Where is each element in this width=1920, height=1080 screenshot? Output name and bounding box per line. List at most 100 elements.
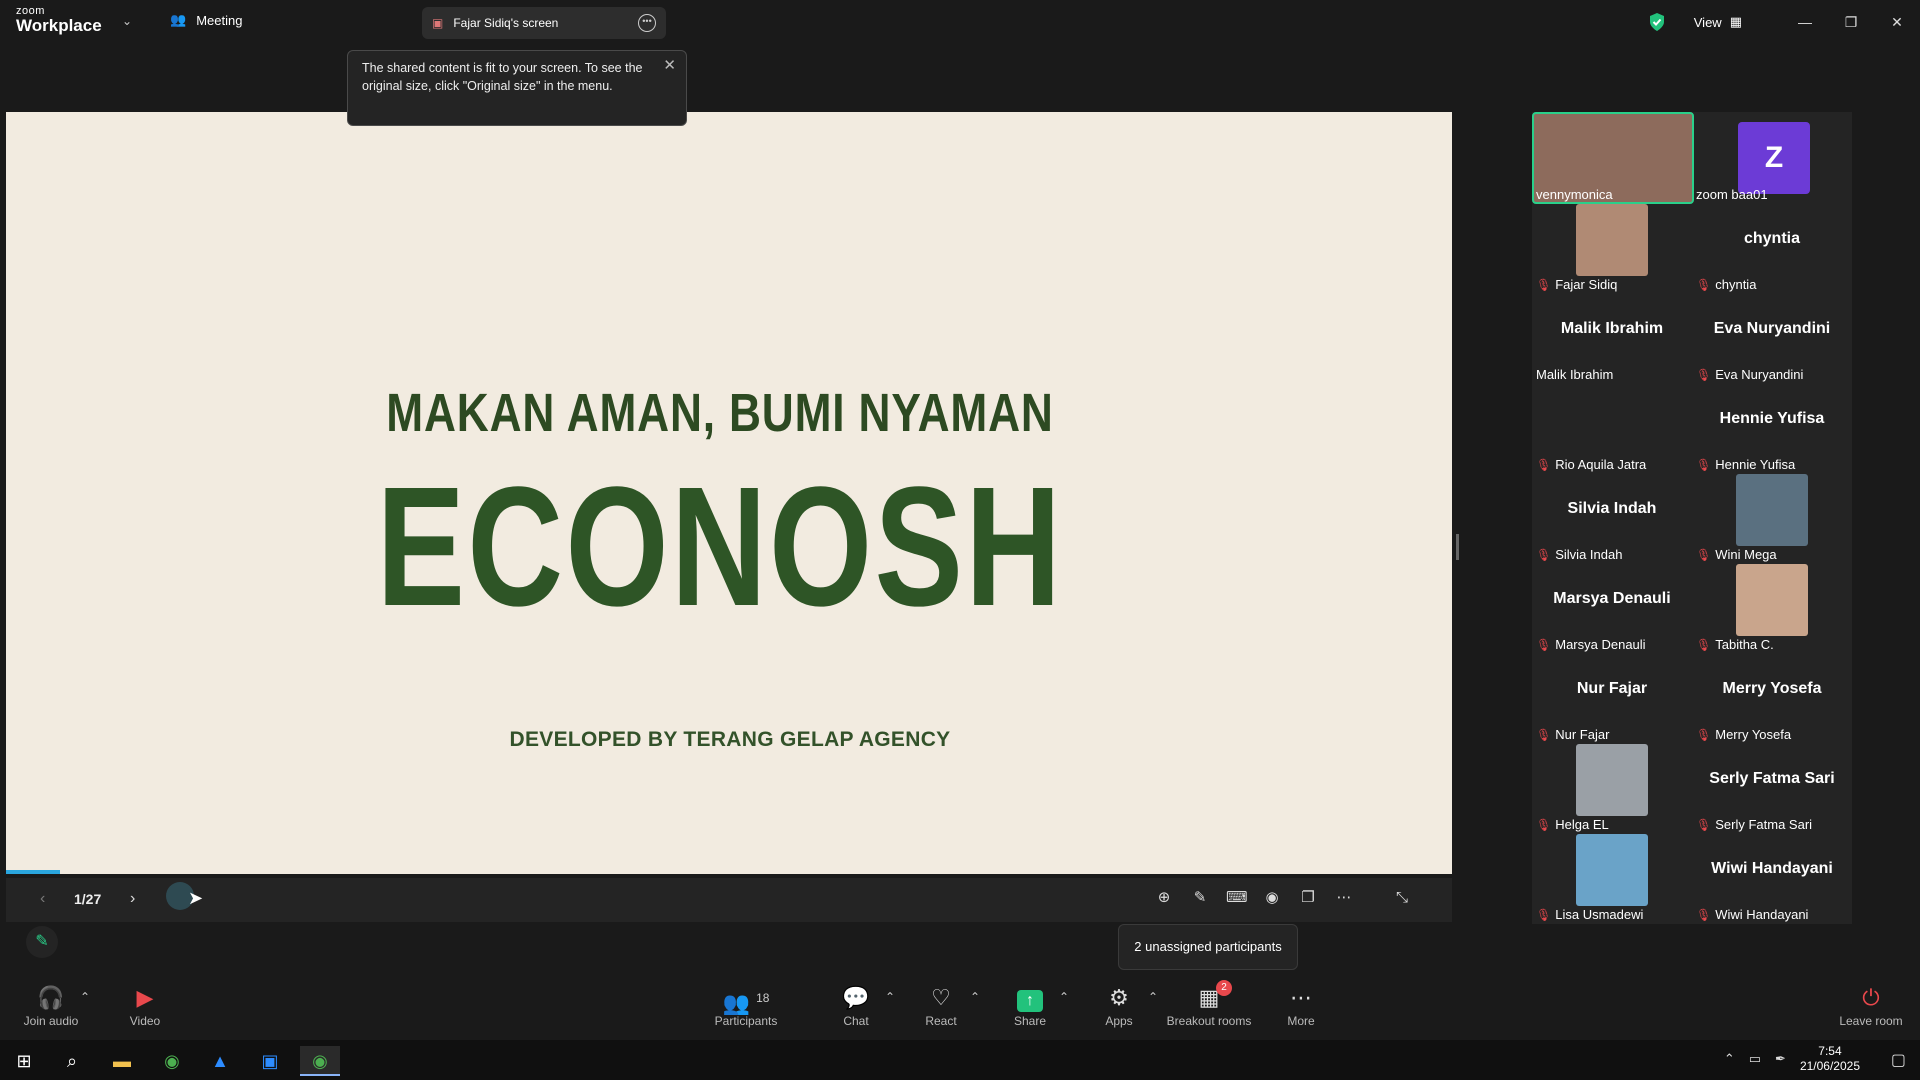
slide-control-bar: ‹ 1/27 › ➤ ⊕ ✎ ⌨ ◉ ❐ ⋯ ⤡ [6,878,1452,922]
tab-shared-screen[interactable]: ▣ Fajar Sidiq's screen ••• [422,7,666,39]
chevron-up-icon[interactable]: ⌃ [1059,990,1069,1004]
view-button[interactable]: View ▦ [1694,14,1742,30]
participant-tile[interactable]: 🎙 Helga EL [1532,742,1692,832]
keyboard-icon[interactable]: ⌨ [1226,888,1248,908]
zoom-app-icon[interactable]: ▣ [250,1046,290,1076]
file-explorer-icon[interactable]: ▬ [102,1046,142,1076]
network-icon[interactable]: ▭ [1749,1051,1761,1067]
participant-tile[interactable]: 🎙 Lisa Usmadewi [1532,832,1692,922]
exit-fullscreen-icon[interactable]: ⤡ [1392,888,1412,908]
participant-name: Eva Nuryandini [1715,367,1804,382]
close-button[interactable]: ✕ [1874,0,1920,44]
participant-display-name: Serly Fatma Sari [1709,770,1835,787]
participant-tile[interactable]: 🎙 Rio Aquila Jatra [1532,382,1692,472]
avatar: Z [1738,122,1810,194]
chevron-up-icon[interactable]: ⌃ [1148,990,1158,1004]
page-indicator: 1/27 [74,891,102,907]
chevron-up-icon[interactable]: ⌃ [1724,1051,1735,1067]
participant-name: Nur Fajar [1555,727,1610,742]
share-button[interactable]: ↑ Share ⌃ [985,984,1075,1028]
pen-icon[interactable]: ✒ [1775,1051,1786,1067]
more-options-icon[interactable]: ••• [638,14,656,32]
participant-label: 🎙 Merry Yosefa [1696,727,1791,742]
participant-tile[interactable]: Zzoom baa01 [1692,112,1852,202]
chrome-active-icon[interactable]: ◉ [300,1046,340,1076]
participant-display-name: Eva Nuryandini [1713,320,1831,337]
participant-tile[interactable]: 🎙 Fajar Sidiq [1532,202,1692,292]
zoom-workplace-logo[interactable]: zoom Workplace [16,6,102,35]
participant-tile[interactable]: Marsya Denauli 🎙 Marsya Denauli [1532,562,1692,652]
participant-label: 🎙 Serly Fatma Sari [1696,817,1812,832]
mic-muted-icon: 🎙 [1696,367,1712,382]
participant-tile[interactable]: vennymonica [1532,112,1694,204]
participants-button[interactable]: 👥 18 Participants [701,984,791,1028]
participant-name: chyntia [1715,277,1757,292]
unassigned-participants-tooltip: 2 unassigned participants [1118,924,1298,970]
participant-label: 🎙 Silvia Indah [1536,547,1622,562]
tab-meeting[interactable]: 👥 Meeting [170,12,242,28]
participant-label: 🎙 Wiwi Handayani [1696,907,1808,922]
join-audio-label: Join audio [23,1014,79,1028]
encryption-shield-icon[interactable] [1648,12,1666,32]
participant-tile[interactable]: Malik Ibrahim Malik Ibrahim [1532,292,1692,382]
participants-icon: 👥 [722,990,750,1016]
breakout-rooms-button[interactable]: ▦ 2 Breakout rooms [1164,980,1254,1028]
screen-share-icon: ▣ [432,16,444,30]
chevron-up-icon[interactable]: ⌃ [885,990,895,1004]
leave-room-button[interactable]: ⏻ Leave room [1826,984,1916,1028]
participant-tile[interactable]: Hennie Yufisa 🎙 Hennie Yufisa [1692,382,1852,472]
picture-in-picture-icon[interactable]: ❐ [1298,888,1318,908]
participant-name: Malik Ibrahim [1536,367,1614,382]
react-button[interactable]: ♡ React ⌃ [896,984,986,1028]
participant-display-name: Wiwi Handayani [1711,860,1833,877]
minimize-button[interactable]: — [1782,0,1828,44]
participant-tile[interactable]: 🎙 Wini Mega [1692,472,1852,562]
clock-date: 21/06/2025 [1799,1059,1860,1073]
participant-video [1576,834,1648,906]
video-off-icon: ▶ [136,985,154,1010]
brand-large: Workplace [16,16,102,35]
participant-tile[interactable]: Merry Yosefa 🎙 Merry Yosefa [1692,652,1852,742]
participant-tile[interactable]: Eva Nuryandini 🎙 Eva Nuryandini [1692,292,1852,382]
notification-icon[interactable]: ▢ [1891,1050,1906,1070]
participant-display-name: Marsya Denauli [1553,590,1671,607]
resize-handle[interactable] [1456,534,1459,560]
mic-muted-icon: 🎙 [1536,547,1552,562]
participant-tile[interactable]: Wiwi Handayani 🎙 Wiwi Handayani [1692,832,1852,922]
participant-label: 🎙 Lisa Usmadewi [1536,907,1643,922]
participant-tile[interactable]: chyntia 🎙 chyntia [1692,202,1852,292]
participant-tile[interactable]: Silvia Indah 🎙 Silvia Indah [1532,472,1692,562]
annotate-pencil-button[interactable]: ✎ [26,926,58,958]
participant-tile[interactable]: 🎙 Tabitha C. [1692,562,1852,652]
audio-broadcast-icon[interactable]: ◉ [1262,888,1282,908]
clock[interactable]: 7:54 21/06/2025 [1800,1044,1860,1074]
mic-muted-icon: 🎙 [1696,277,1712,292]
participant-tile[interactable]: Serly Fatma Sari 🎙 Serly Fatma Sari [1692,742,1852,832]
chevron-up-icon[interactable]: ⌃ [970,990,980,1004]
participant-name: Wiwi Handayani [1715,907,1809,922]
windows-start-icon[interactable]: ⊞ [4,1046,44,1076]
mic-muted-icon: 🎙 [1536,637,1552,652]
previous-slide-button[interactable]: ‹ [40,890,45,908]
participant-name: Helga EL [1555,817,1609,832]
chrome-icon[interactable]: ◉ [152,1046,192,1076]
chevron-up-icon[interactable]: ⌃ [80,990,90,1004]
search-icon[interactable]: ⌕ [52,1046,92,1076]
join-audio-button[interactable]: 🎧 Join audio ⌃ [6,984,96,1028]
participant-count: 18 [756,991,770,1005]
app-store-icon[interactable]: ▲ [200,1046,240,1076]
participants-label: Participants [714,1014,778,1028]
chevron-down-icon[interactable]: ⌄ [122,14,132,28]
participant-tile[interactable]: Nur Fajar 🎙 Nur Fajar [1532,652,1692,742]
more-icon[interactable]: ⋯ [1334,888,1354,908]
participant-gallery: vennymonica Zzoom baa01 🎙 Fajar Sidiq chynti… [1532,112,1852,924]
annotate-icon[interactable]: ✎ [1190,888,1210,908]
chat-button[interactable]: 💬 Chat ⌃ [811,984,901,1028]
more-button[interactable]: ⋯ More [1256,984,1346,1028]
restore-button[interactable]: ❐ [1828,0,1874,44]
video-button[interactable]: ▶ Video [100,984,190,1028]
close-icon[interactable]: ✕ [663,57,676,75]
apps-button[interactable]: ⚙ Apps ⌃ [1074,984,1164,1028]
next-slide-button[interactable]: › [130,890,135,908]
zoom-in-icon[interactable]: ⊕ [1154,888,1174,908]
